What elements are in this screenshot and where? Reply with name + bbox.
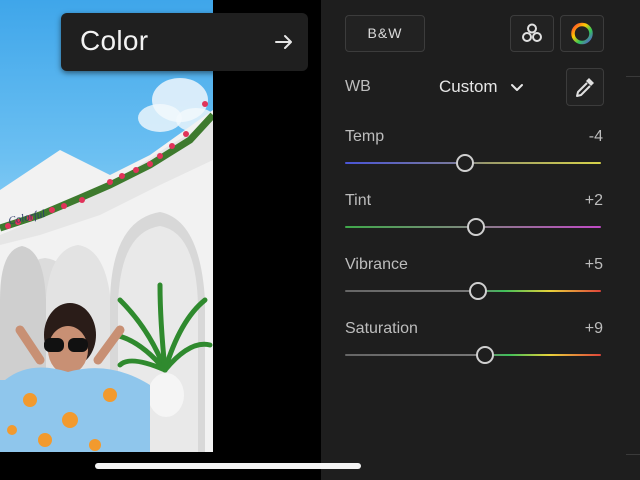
slider-thumb[interactable] xyxy=(475,346,494,364)
eyedropper-icon xyxy=(576,78,594,97)
panel-edge-divider xyxy=(626,76,640,77)
bw-button[interactable]: B&W xyxy=(345,15,425,52)
slider-label: Temp xyxy=(345,128,385,145)
wb-label: WB xyxy=(345,78,371,95)
tooltip-label: Color xyxy=(80,25,149,56)
slider-thumb[interactable] xyxy=(466,218,485,236)
color-mixer-icon xyxy=(522,23,542,42)
slider-label: Saturation xyxy=(345,320,418,337)
canvas-gap xyxy=(213,0,321,480)
color-grading-button[interactable] xyxy=(560,15,604,52)
slider-value: +2 xyxy=(584,192,603,209)
color-section-tooltip[interactable]: Color xyxy=(61,13,308,71)
color-wheel-icon xyxy=(571,22,593,45)
slider-thumb[interactable] xyxy=(469,282,488,300)
color-mixer-button[interactable] xyxy=(510,15,554,52)
chevron-down-icon[interactable] xyxy=(510,82,524,94)
slider-value: +9 xyxy=(584,320,603,337)
slider-track[interactable] xyxy=(345,354,601,356)
slider-label: Tint xyxy=(345,192,372,209)
wb-preset-dropdown[interactable]: Custom xyxy=(439,77,498,97)
slider-value: -4 xyxy=(588,128,603,145)
home-indicator[interactable] xyxy=(95,463,361,469)
arrow-right-icon[interactable] xyxy=(272,30,296,54)
slider-value: +5 xyxy=(584,256,603,273)
slider-label: Vibrance xyxy=(345,256,408,273)
wb-eyedropper-button[interactable] xyxy=(566,68,604,106)
panel-edge-divider xyxy=(626,454,640,455)
